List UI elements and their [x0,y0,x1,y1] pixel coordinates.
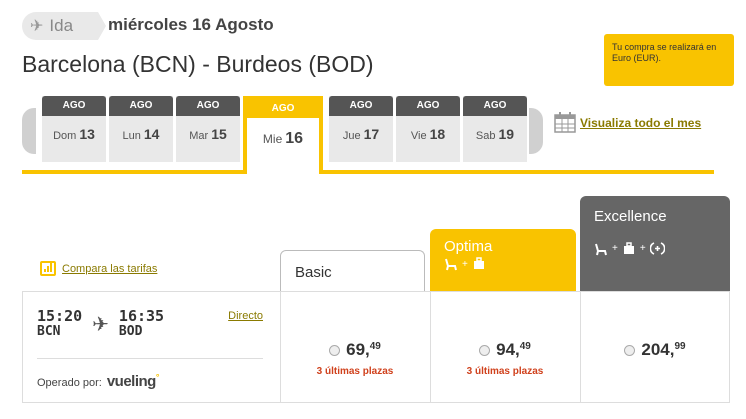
date-tab-month: AGO [463,96,527,116]
fare-name: Optima [444,238,493,255]
fare-radio-basic[interactable] [329,345,341,356]
fare-header-excellence[interactable]: Excellence + + [580,196,730,292]
fare-header-basic[interactable]: Basic [280,250,425,292]
plane-icon: ✈ [30,18,44,35]
price-decimal: 99 [674,341,686,352]
date-title: miércoles 16 Agosto [108,15,274,34]
price-decimal: 49 [519,341,531,352]
direction-pill: ✈ Ida [22,12,106,40]
last-seats-notice: 3 últimas plazas [316,366,394,377]
price-cell-excellence[interactable]: 204, 99 [580,292,730,402]
plane-icon: ✈ [92,314,109,336]
date-tab-17[interactable]: AGO Jue 17 [329,96,393,162]
date-tab-day: 13 [79,126,95,142]
flight-row: 15:20 BCN ✈ 16:35 BOD Directo Operado po… [22,291,730,403]
airline-logo: vueling° [106,372,160,390]
fare-name: Excellence [594,208,667,225]
view-whole-month-link[interactable]: Visualiza todo el mes [580,116,701,130]
flexibility-icon [649,242,665,255]
operated-by-label: Operado por: [37,377,102,389]
date-tab-weekday: Vie [410,130,427,142]
direction-label: Ida [49,16,74,35]
next-days-arrow[interactable] [529,108,543,154]
date-tab-day: 14 [143,126,160,142]
price-cell-optima[interactable]: 94, 49 3 últimas plazas [430,292,580,402]
luggage-icon [623,241,634,254]
date-tab-weekday: Lun [122,130,141,142]
bar-chart-icon [40,261,56,276]
compare-fares-link[interactable]: Compara las tarifas [62,263,157,275]
date-strip-underline [22,170,244,174]
seat-icon [595,243,607,255]
departure-time: 15:20 [37,307,83,325]
price-integer: 69, [346,340,370,359]
date-tab-month: AGO [109,96,173,116]
date-tab-13[interactable]: AGO Dom 13 [42,96,106,162]
date-tab-14[interactable]: AGO Lun 14 [109,96,173,162]
compare-fares[interactable]: Compara las tarifas [40,261,157,276]
date-tab-day: 16 [285,130,304,147]
price-cell-basic[interactable]: 69, 49 3 últimas plazas [280,292,430,402]
seat-icon [445,258,457,271]
date-tab-19[interactable]: AGO Sab 19 [463,96,527,162]
date-tab-month: AGO [247,100,319,118]
date-strip-underline [320,170,714,174]
date-tab-16-selected[interactable]: AGO Mie 16 [243,96,323,174]
date-tab-month: AGO [396,96,460,116]
fare-radio-optima[interactable] [479,345,491,356]
price-decimal: 49 [369,341,381,352]
date-tab-weekday: Jue [342,130,361,142]
date-tab-15[interactable]: AGO Mar 15 [176,96,240,162]
luggage-icon [473,257,484,269]
date-tab-weekday: Mie [262,132,283,146]
price-integer: 94, [496,340,520,359]
date-tab-weekday: Dom [53,130,77,142]
date-tab-weekday: Sab [475,130,496,142]
date-tab-month: AGO [176,96,240,116]
arrival-time: 16:35 [118,307,165,325]
arrival-code: BOD [118,324,143,340]
fare-header-optima[interactable]: Optima + [430,229,576,292]
fare-name: Basic [295,264,332,281]
date-tab-month: AGO [42,96,106,116]
route-title: Barcelona (BCN) - Burdeos (BOD) [22,51,374,77]
fare-radio-excellence[interactable] [624,345,636,356]
date-tab-weekday: Mar [189,130,209,142]
date-tab-day: 19 [498,126,515,142]
departure-code: BCN [37,324,61,340]
date-tab-day: 18 [429,126,446,142]
date-tab-month: AGO [329,96,393,116]
date-tab-day: 17 [363,126,380,142]
direct-flight-link[interactable]: Directo [228,310,263,322]
last-seats-notice: 3 últimas plazas [466,366,544,377]
date-tab-18[interactable]: AGO Vie 18 [396,96,460,162]
calendar-icon[interactable] [554,111,576,133]
date-tab-day: 15 [211,126,227,142]
price-integer: 204, [641,340,675,359]
previous-days-arrow[interactable] [22,108,36,154]
flight-info: 15:20 BCN ✈ 16:35 BOD Directo Operado po… [37,307,263,390]
currency-notice: Tu compra se realizará en Euro (EUR). [604,34,734,86]
